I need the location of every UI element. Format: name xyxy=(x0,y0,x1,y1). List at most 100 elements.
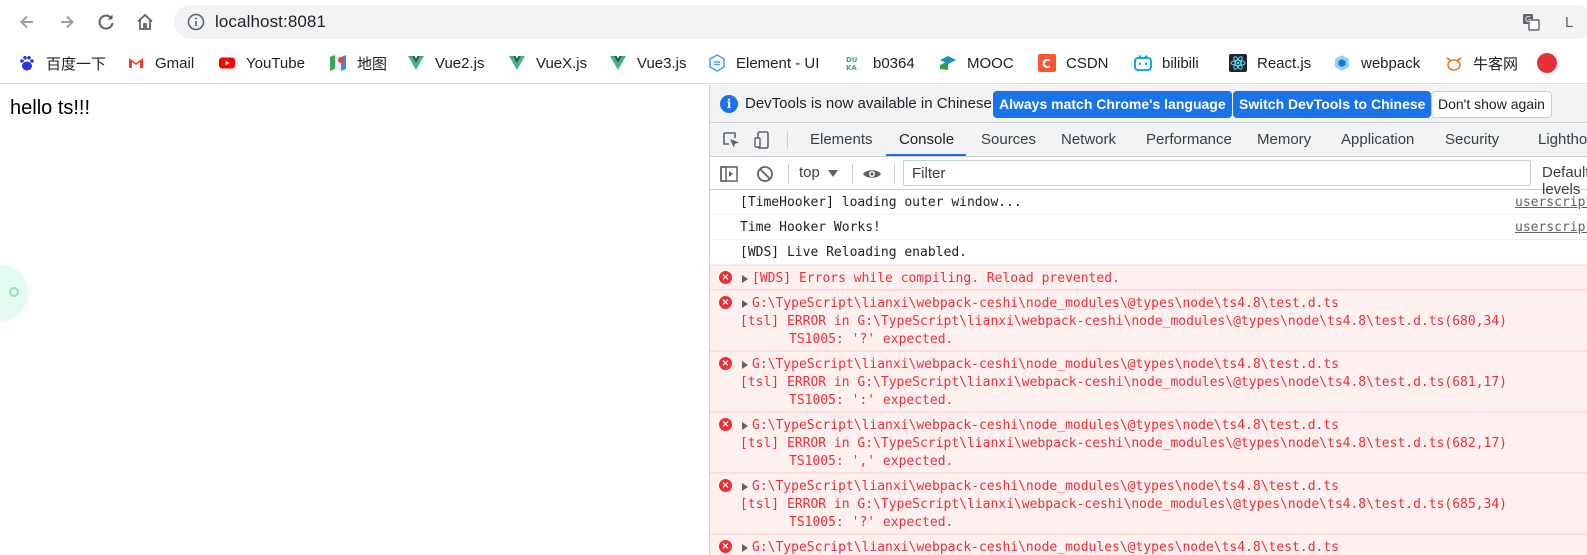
youtube-icon xyxy=(218,54,236,72)
expand-triangle-icon[interactable] xyxy=(742,544,748,552)
error-summary: G:\TypeScript\lianxi\webpack-ceshi\node_… xyxy=(752,357,1339,372)
always-match-language-button[interactable]: Always match Chrome's language xyxy=(993,91,1232,118)
bookmark-label: YouTube xyxy=(246,54,305,72)
bookmark-item[interactable]: YouTube xyxy=(218,44,305,82)
context-dropdown-icon[interactable] xyxy=(828,170,838,177)
expand-triangle-icon[interactable] xyxy=(742,361,748,369)
context-selector[interactable]: top xyxy=(799,164,820,181)
devtools-tabbar: Elements Console Sources Network Performance… xyxy=(710,123,1587,157)
forward-button[interactable] xyxy=(52,7,82,37)
log-source-link[interactable]: userscript xyxy=(1515,220,1587,235)
bookmark-overflow-icon[interactable] xyxy=(1537,53,1557,73)
switch-to-chinese-button[interactable]: Switch DevTools to Chinese xyxy=(1233,91,1432,118)
log-source-link[interactable]: userscript xyxy=(1515,195,1587,210)
bookmark-label: MOOC xyxy=(967,54,1014,72)
clear-console-icon[interactable] xyxy=(755,164,775,184)
bookmark-label: webpack xyxy=(1361,54,1421,72)
bookmark-item[interactable]: Vue2.js xyxy=(407,44,484,82)
address-bar[interactable]: localhost:8081 G xyxy=(174,5,1587,39)
vue-icon xyxy=(407,54,425,72)
expand-triangle-icon[interactable] xyxy=(742,483,748,491)
console-error-row[interactable]: × G:\TypeScript\lianxi\webpack-ceshi\node… xyxy=(710,290,1587,351)
browser-toolbar: localhost:8081 G L xyxy=(0,0,1587,44)
devtools-language-infobar: i DevTools is now available in Chinese! … xyxy=(710,85,1587,123)
error-icon: × xyxy=(719,296,732,309)
eye-icon[interactable] xyxy=(862,164,882,184)
infobar-message: DevTools is now available in Chinese! xyxy=(745,95,996,112)
console-error-row[interactable]: × G:\TypeScript\lianxi\webpack-ceshi\node… xyxy=(710,473,1587,534)
bookmark-item[interactable]: React.js xyxy=(1229,44,1311,82)
tab-network[interactable]: Network xyxy=(1061,123,1116,156)
tab-console[interactable]: Console xyxy=(899,123,954,156)
floating-widget[interactable] xyxy=(0,267,26,319)
error-icon: × xyxy=(719,271,732,284)
bookmark-item[interactable]: webpack xyxy=(1333,44,1420,82)
tab-memory[interactable]: Memory xyxy=(1257,123,1311,156)
home-button[interactable] xyxy=(130,7,160,37)
tab-performance[interactable]: Performance xyxy=(1146,123,1232,156)
back-button[interactable] xyxy=(12,7,42,37)
console-output: [TimeHooker] loading outer window... user… xyxy=(710,190,1587,555)
error-code: TS1005: ':' expected. xyxy=(789,393,954,408)
expand-triangle-icon[interactable] xyxy=(742,422,748,430)
expand-triangle-icon[interactable] xyxy=(742,275,748,283)
translate-icon[interactable]: G xyxy=(1522,13,1540,31)
bookmark-item[interactable]: Vue3.js xyxy=(609,44,686,82)
tab-lighthouse[interactable]: Lighthouse xyxy=(1538,123,1587,156)
error-summary: G:\TypeScript\lianxi\webpack-ceshi\node_… xyxy=(752,296,1339,311)
error-code: TS1005: ',' expected. xyxy=(789,454,954,469)
console-error-row[interactable]: × G:\TypeScript\lianxi\webpack-ceshi\node… xyxy=(710,351,1587,412)
active-tab-indicator xyxy=(886,154,966,156)
error-summary: G:\TypeScript\lianxi\webpack-ceshi\node_… xyxy=(752,479,1339,494)
error-detail: [tsl] ERROR in G:\TypeScript\lianxi\webp… xyxy=(740,436,1508,451)
console-log-row: [TimeHooker] loading outer window... user… xyxy=(710,190,1587,215)
bookmark-label: React.js xyxy=(1257,54,1312,72)
error-detail: [tsl] ERROR in G:\TypeScript\lianxi\webp… xyxy=(740,375,1508,390)
bookmark-label: Element - UI xyxy=(736,54,820,72)
error-icon: × xyxy=(719,357,732,370)
error-icon: × xyxy=(719,479,732,492)
console-error-row[interactable]: × [WDS] Errors while compiling. Reload pr… xyxy=(710,265,1587,290)
error-detail: [tsl] ERROR in G:\TypeScript\lianxi\webp… xyxy=(740,314,1508,329)
console-error-row[interactable]: × G:\TypeScript\lianxi\webpack-ceshi\node… xyxy=(710,412,1587,473)
profile-icon[interactable]: L xyxy=(1565,14,1573,31)
error-detail: [tsl] ERROR in G:\TypeScript\lianxi\webp… xyxy=(740,497,1508,512)
bookmark-item[interactable]: DU KA b0364 xyxy=(845,44,915,82)
bookmark-item[interactable]: Gmail xyxy=(127,44,194,82)
bookmark-item[interactable]: bilibili xyxy=(1134,44,1199,82)
bookmark-item[interactable]: MOOC xyxy=(939,44,1014,82)
widget-dot-icon xyxy=(9,287,19,297)
nowcoder-icon xyxy=(1445,54,1463,72)
toolbar-separator xyxy=(894,164,895,184)
bookmark-item[interactable]: 地图 xyxy=(329,44,387,82)
filter-field[interactable] xyxy=(903,160,1531,186)
tab-security[interactable]: Security xyxy=(1445,123,1499,156)
tab-application[interactable]: Application xyxy=(1341,123,1414,156)
svg-text:C: C xyxy=(1042,57,1051,71)
tabbar-separator xyxy=(787,131,788,149)
bookmark-label: Gmail xyxy=(155,54,195,72)
bookmark-label: CSDN xyxy=(1066,54,1109,72)
csdn-icon: C xyxy=(1038,54,1056,72)
inspect-element-icon[interactable] xyxy=(721,130,741,150)
bookmark-item[interactable]: C CSDN xyxy=(1038,44,1109,82)
console-error-row[interactable]: × G:\TypeScript\lianxi\webpack-ceshi\node… xyxy=(710,534,1587,555)
expand-triangle-icon[interactable] xyxy=(742,300,748,308)
tab-elements[interactable]: Elements xyxy=(810,123,873,156)
bookmark-item[interactable]: VueX.js xyxy=(508,44,587,82)
gmail-icon xyxy=(127,54,145,72)
show-sidebar-icon[interactable] xyxy=(719,164,739,184)
bookmark-item[interactable]: Element - UI xyxy=(708,44,819,82)
reload-button[interactable] xyxy=(91,7,121,37)
bookmark-item[interactable]: 百度一下 xyxy=(18,44,106,82)
filter-input[interactable] xyxy=(904,161,1530,185)
toolbar-separator xyxy=(788,164,789,184)
device-toolbar-icon[interactable] xyxy=(753,130,773,150)
toolbar-separator xyxy=(852,164,853,184)
dukan-icon: DU KA xyxy=(845,54,863,72)
svg-text:KA: KA xyxy=(846,64,857,72)
dont-show-again-button[interactable]: Don't show again xyxy=(1431,91,1552,118)
bookmark-item[interactable]: 牛客网 xyxy=(1445,44,1518,82)
site-info-icon[interactable] xyxy=(187,13,205,31)
tab-sources[interactable]: Sources xyxy=(981,123,1036,156)
